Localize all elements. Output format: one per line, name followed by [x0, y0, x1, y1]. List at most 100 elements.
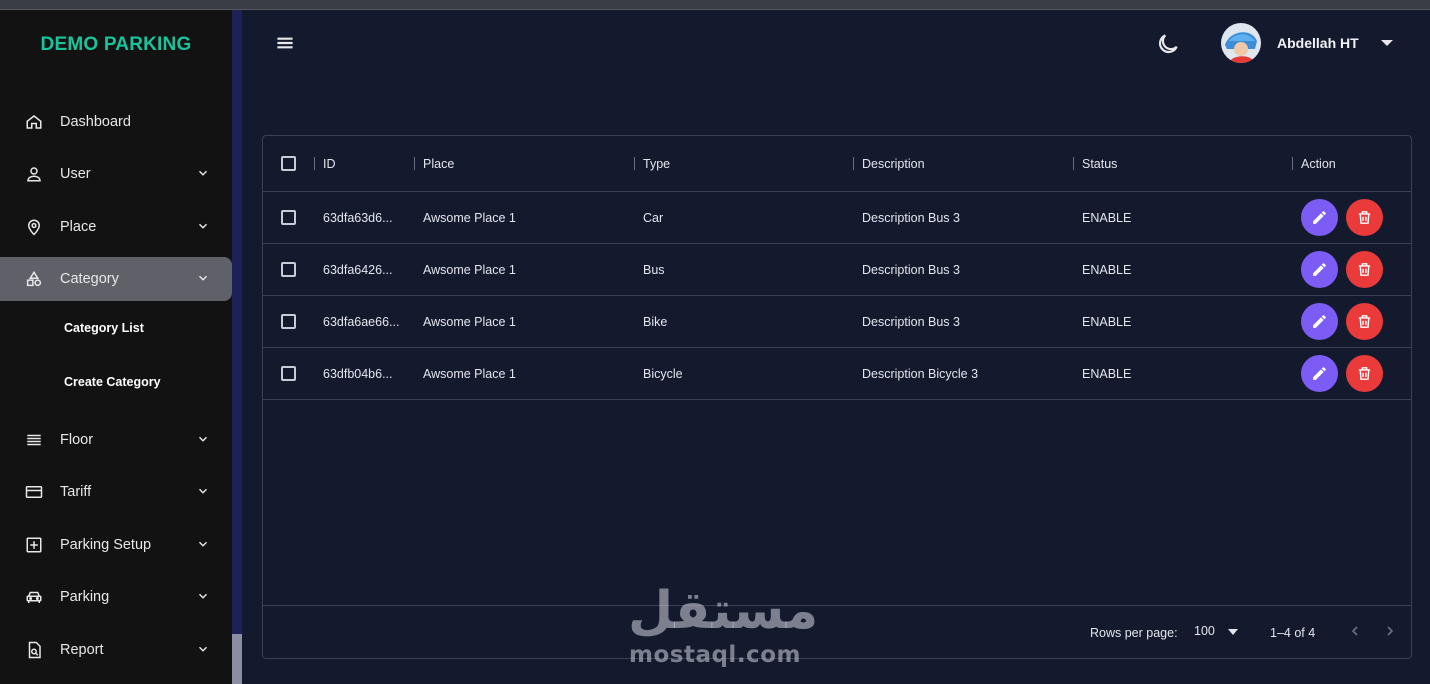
cell-description: Description Bus 3 — [862, 263, 960, 277]
browser-top-bar — [0, 0, 1430, 10]
column-separator — [853, 157, 854, 170]
sidebar-item-label: Parking Setup — [60, 537, 152, 553]
avatar[interactable] — [1221, 23, 1261, 63]
sidebar-item-label: Parking — [60, 589, 110, 605]
sidebar-item-label: Tariff — [60, 484, 92, 500]
person-icon — [24, 164, 44, 184]
select-all-checkbox[interactable] — [281, 156, 296, 171]
report-file-icon — [24, 640, 44, 660]
category-table-card: ID Place Type Description Status Action … — [262, 135, 1412, 659]
trash-icon — [1358, 211, 1371, 224]
trash-icon — [1358, 315, 1371, 328]
chevron-down-icon — [198, 488, 208, 494]
sidebar-item-parking-setup[interactable]: Parking Setup — [0, 523, 232, 567]
trash-icon — [1358, 263, 1371, 276]
submenu-category-list[interactable]: Category List — [64, 321, 144, 335]
sidebar-item-report[interactable]: Report — [0, 628, 232, 672]
table-row[interactable]: 63dfb04b6... Awsome Place 1 Bicycle Desc… — [263, 348, 1411, 400]
table-pagination: Rows per page: 100 1–4 of 4 — [263, 605, 1411, 659]
row-checkbox[interactable] — [281, 262, 296, 277]
chevron-left-icon[interactable] — [1347, 623, 1363, 639]
delete-button[interactable] — [1346, 355, 1383, 392]
sidebar-item-place[interactable]: Place — [0, 205, 232, 249]
caret-down-icon[interactable] — [1380, 38, 1394, 48]
sidebar-item-dashboard[interactable]: Dashboard — [0, 100, 232, 144]
delete-button[interactable] — [1346, 303, 1383, 340]
caret-down-icon — [1228, 628, 1239, 635]
cell-id: 63dfa6ae66... — [323, 315, 400, 329]
cell-type: Bike — [643, 315, 668, 329]
edit-button[interactable] — [1301, 251, 1338, 288]
sidebar-item-label: Report — [60, 642, 104, 658]
pencil-icon — [1313, 315, 1326, 328]
cell-status: ENABLE — [1082, 263, 1132, 277]
chevron-right-icon[interactable] — [1382, 623, 1398, 639]
row-checkbox[interactable] — [281, 314, 296, 329]
pencil-icon — [1313, 263, 1326, 276]
table-row[interactable]: 63dfa63d6... Awsome Place 1 Car Descript… — [263, 192, 1411, 244]
cell-id: 63dfa6426... — [323, 263, 393, 277]
sidebar-item-floor[interactable]: Floor — [0, 418, 232, 462]
watermark-latin: mostaql.com — [629, 642, 801, 668]
column-header-description[interactable]: Description — [862, 157, 925, 171]
sidebar-item-parking[interactable]: Parking — [0, 575, 232, 619]
cell-description: Description Bus 3 — [862, 211, 960, 225]
watermark-arabic: مستقل — [628, 581, 819, 641]
chevron-down-icon — [198, 170, 208, 176]
chevron-down-icon — [198, 275, 208, 281]
chevron-down-icon — [198, 541, 208, 547]
category-shapes-icon — [24, 269, 44, 289]
trash-icon — [1358, 367, 1371, 380]
column-header-type[interactable]: Type — [643, 157, 670, 171]
home-icon — [24, 112, 44, 132]
sidebar-item-tariff[interactable]: Tariff — [0, 470, 232, 514]
cell-place: Awsome Place 1 — [423, 367, 516, 381]
add-box-icon — [24, 535, 44, 555]
pencil-icon — [1313, 211, 1326, 224]
cell-status: ENABLE — [1082, 211, 1132, 225]
delete-button[interactable] — [1346, 199, 1383, 236]
row-checkbox[interactable] — [281, 366, 296, 381]
chevron-down-icon — [198, 436, 208, 442]
sidebar-item-label: Category — [60, 271, 119, 287]
edit-button[interactable] — [1301, 355, 1338, 392]
table-header: ID Place Type Description Status Action — [263, 136, 1411, 192]
menu-toggle-button[interactable] — [272, 30, 298, 56]
delete-button[interactable] — [1346, 251, 1383, 288]
sidebar-item-label: Place — [60, 219, 97, 235]
column-header-action: Action — [1301, 157, 1336, 171]
cell-id: 63dfb04b6... — [323, 367, 393, 381]
sidebar-scrollbar-thumb[interactable] — [232, 634, 242, 684]
user-name[interactable]: Abdellah HT — [1277, 35, 1359, 51]
rows-per-page-label: Rows per page: — [1090, 626, 1178, 640]
sidebar-item-user[interactable]: User — [0, 152, 232, 196]
cell-place: Awsome Place 1 — [423, 263, 516, 277]
column-header-place[interactable]: Place — [423, 157, 454, 171]
edit-button[interactable] — [1301, 199, 1338, 236]
edit-button[interactable] — [1301, 303, 1338, 340]
moon-icon — [1158, 34, 1178, 54]
list-lines-icon — [24, 430, 44, 450]
sidebar: DEMO PARKING Dashboard User Place Catego… — [0, 10, 232, 684]
cell-id: 63dfa63d6... — [323, 211, 393, 225]
column-separator — [414, 157, 415, 170]
column-header-status[interactable]: Status — [1082, 157, 1117, 171]
rows-per-page-select[interactable]: 100 — [1194, 624, 1239, 638]
rows-per-page-value: 100 — [1194, 624, 1215, 638]
table-row[interactable]: 63dfa6ae66... Awsome Place 1 Bike Descri… — [263, 296, 1411, 348]
cell-type: Bus — [643, 263, 665, 277]
sidebar-scrollbar-track[interactable] — [232, 10, 242, 684]
theme-toggle-button[interactable] — [1155, 31, 1181, 57]
sidebar-item-label: Floor — [60, 432, 94, 448]
table-row[interactable]: 63dfa6426... Awsome Place 1 Bus Descript… — [263, 244, 1411, 296]
row-checkbox[interactable] — [281, 210, 296, 225]
cell-type: Bicycle — [643, 367, 683, 381]
chevron-down-icon — [198, 646, 208, 652]
credit-card-icon — [24, 482, 44, 502]
brand-logo: DEMO PARKING — [40, 34, 192, 55]
sidebar-item-category[interactable]: Category — [0, 257, 232, 301]
column-separator — [1292, 157, 1293, 170]
column-header-id[interactable]: ID — [323, 157, 336, 171]
submenu-create-category[interactable]: Create Category — [64, 375, 161, 389]
chevron-down-icon — [198, 593, 208, 599]
